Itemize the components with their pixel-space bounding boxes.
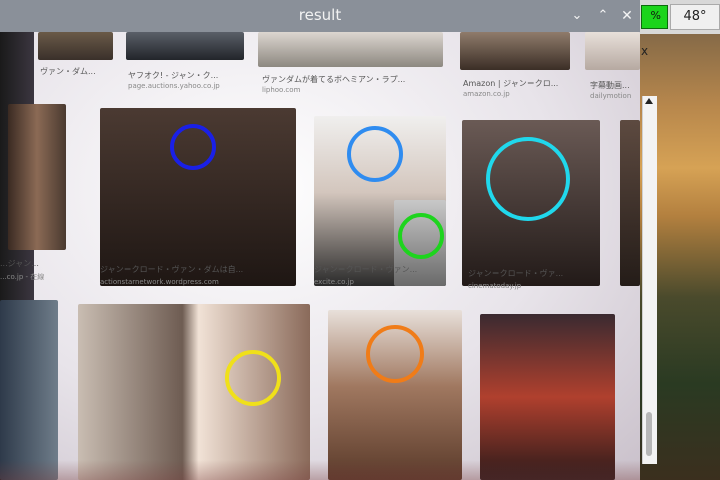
image-thumbnail (620, 120, 640, 286)
face-detection-circle (366, 325, 424, 383)
window-title: result (298, 6, 342, 24)
image-thumbnail (126, 32, 244, 60)
scroll-up-arrow-icon[interactable] (645, 98, 653, 104)
image-thumbnail (38, 32, 113, 60)
image-source: cinematoday.jp (468, 282, 522, 290)
image-caption: ヤフオク! - ジャン・ク... (128, 71, 219, 80)
cpu-label: % (650, 9, 661, 22)
image-caption: ヴァン・ダム... (40, 67, 96, 76)
background-close-icon[interactable]: x (641, 44, 648, 58)
face-detection-circle (347, 126, 403, 182)
image-thumbnail (258, 32, 443, 67)
image-caption: 字幕動画... (590, 81, 630, 90)
close-button[interactable]: ✕ (617, 6, 637, 26)
image-thumbnail (0, 300, 58, 480)
image-source: excite.co.jp (314, 278, 354, 286)
minimize-button[interactable]: ⌄ (567, 6, 587, 26)
image-caption: ヴァンダムが着てるボヘミアン・ラプ... (262, 75, 406, 84)
image-caption: ジャン＝クロード・ヴァ... (468, 269, 564, 278)
temperature-indicator[interactable]: 48° (670, 4, 720, 30)
background-scrollbar[interactable] (642, 96, 657, 464)
cpu-usage-indicator[interactable]: % (641, 5, 668, 29)
face-detection-circle (486, 137, 570, 221)
image-caption: Amazon | ジャン＝クロ... (463, 79, 559, 88)
image-source: actionstarnetwork.wordpress.com (100, 278, 219, 286)
image-thumbnail (460, 32, 570, 70)
image-caption: ジャン＝クロード・ヴァン... (314, 265, 418, 274)
image-caption: ジャン＝クロード・ヴァン・ダムは自... (100, 265, 244, 274)
window-titlebar[interactable]: result ⌄ ⌃ ✕ (0, 0, 640, 32)
image-thumbnail (585, 32, 640, 70)
image-source: amazon.co.jp (463, 90, 510, 98)
face-detection-circle (225, 350, 281, 406)
image-thumbnail (480, 314, 615, 480)
image-source: ...co.jp - 在線 (0, 273, 45, 281)
face-detection-circle (170, 124, 216, 170)
maximize-button[interactable]: ⌃ (593, 6, 613, 26)
scrollbar-thumb[interactable] (646, 412, 652, 456)
vignette (0, 460, 640, 480)
face-detection-circle (398, 213, 444, 259)
image-source: dailymotion (590, 92, 632, 100)
result-window: result ⌄ ⌃ ✕ ヴァン・ダム... ヤフオク! - ジャン・ク... … (0, 0, 640, 480)
image-source: liphoo.com (262, 86, 301, 94)
camera-frame: ヴァン・ダム... ヤフオク! - ジャン・ク... page.auctions… (0, 32, 640, 480)
image-caption: ...ジャン... (0, 259, 39, 268)
image-thumbnail (8, 104, 66, 250)
image-source: page.auctions.yahoo.co.jp (128, 82, 220, 90)
